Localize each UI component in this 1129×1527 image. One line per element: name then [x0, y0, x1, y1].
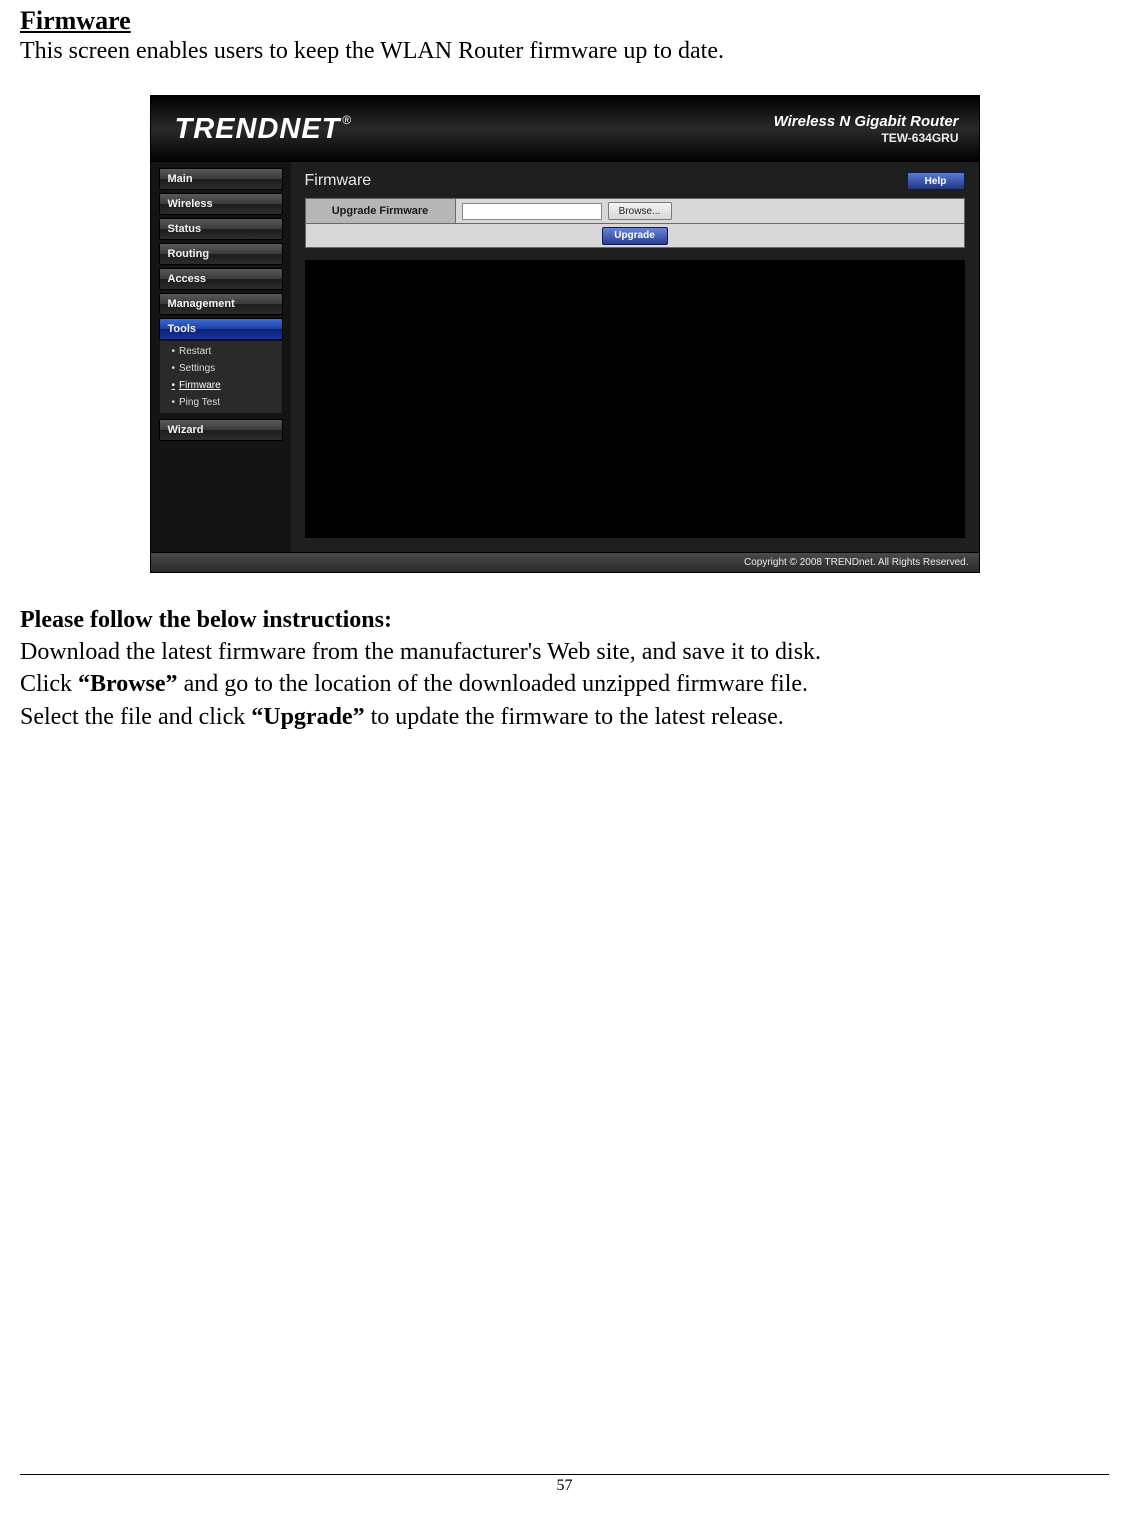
bullet-icon: •	[172, 346, 176, 357]
upgrade-firmware-label: Upgrade Firmware	[306, 199, 456, 223]
upgrade-field: Browse...	[456, 199, 964, 223]
content-title-row: Firmware Help	[305, 172, 965, 190]
content-empty-area	[305, 260, 965, 538]
ui-header: TRENDNET ® Wireless N Gigabit Router TEW…	[151, 96, 979, 162]
content-area: Firmware Help Upgrade Firmware Browse...…	[291, 162, 979, 552]
brand-logo: TRENDNET ®	[175, 113, 352, 146]
section-intro: This screen enables users to keep the WL…	[20, 38, 1109, 65]
nav-wireless[interactable]: Wireless	[159, 193, 283, 215]
sub-firmware[interactable]: •Firmware	[160, 377, 282, 394]
page-number: 57	[557, 1477, 573, 1494]
sub-pingtest[interactable]: •Ping Test	[160, 394, 282, 411]
firmware-file-input[interactable]	[462, 203, 602, 220]
product-model: TEW-634GRU	[774, 131, 959, 145]
bullet-icon: •	[172, 363, 176, 374]
nav-status[interactable]: Status	[159, 218, 283, 240]
nav-tools[interactable]: Tools	[159, 318, 283, 340]
firmware-panel: Upgrade Firmware Browse... Upgrade	[305, 198, 965, 248]
screenshot-container: TRENDNET ® Wireless N Gigabit Router TEW…	[20, 95, 1109, 573]
registered-icon: ®	[342, 113, 351, 127]
instruction-line-2: Click “Browse” and go to the location of…	[20, 668, 1109, 700]
ui-footer-copyright: Copyright © 2008 TRENDnet. All Rights Re…	[151, 552, 979, 572]
header-product: Wireless N Gigabit Router TEW-634GRU	[774, 113, 959, 145]
sub-restart[interactable]: •Restart	[160, 343, 282, 360]
nav-wizard[interactable]: Wizard	[159, 419, 283, 441]
router-admin-window: TRENDNET ® Wireless N Gigabit Router TEW…	[150, 95, 980, 573]
nav-routing[interactable]: Routing	[159, 243, 283, 265]
instruction-line-1: Download the latest firmware from the ma…	[20, 636, 1109, 668]
action-row: Upgrade	[306, 223, 964, 247]
tools-submenu: •Restart •Settings •Firmware •Ping Test	[159, 341, 283, 414]
upgrade-row: Upgrade Firmware Browse...	[306, 199, 964, 223]
action-field: Upgrade	[306, 224, 964, 247]
sidebar: Main Wireless Status Routing Access Mana…	[151, 162, 291, 552]
upgrade-button[interactable]: Upgrade	[602, 227, 668, 245]
sub-settings[interactable]: •Settings	[160, 360, 282, 377]
nav-management[interactable]: Management	[159, 293, 283, 315]
content-title: Firmware	[305, 172, 372, 190]
page-footer: 57	[20, 1474, 1109, 1495]
product-name: Wireless N Gigabit Router	[774, 113, 959, 130]
bullet-icon: •	[172, 397, 176, 408]
nav-access[interactable]: Access	[159, 268, 283, 290]
ui-body: Main Wireless Status Routing Access Mana…	[151, 162, 979, 552]
section-title: Firmware	[20, 6, 1109, 36]
browse-button[interactable]: Browse...	[608, 202, 672, 220]
bullet-icon: •	[172, 380, 176, 391]
instruction-line-3: Select the file and click “Upgrade” to u…	[20, 701, 1109, 733]
nav-main[interactable]: Main	[159, 168, 283, 190]
help-button[interactable]: Help	[907, 172, 965, 190]
brand-text-main: TRENDNET	[175, 113, 341, 146]
instructions-heading: Please follow the below instructions:	[20, 607, 1109, 634]
